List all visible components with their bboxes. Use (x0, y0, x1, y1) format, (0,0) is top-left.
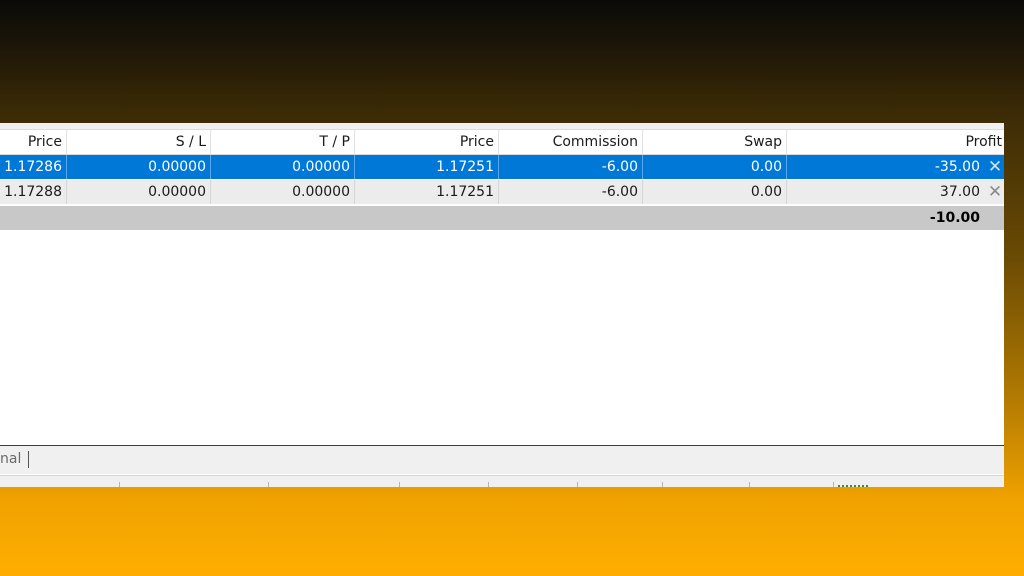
table-header: Price S / L T / P Price Commission Swap … (0, 130, 1004, 155)
cell-swap: 0.00 (643, 180, 787, 204)
status-divider (749, 482, 750, 487)
header-sl[interactable]: S / L (67, 130, 211, 154)
cell-tp: 0.00000 (211, 180, 355, 204)
header-swap[interactable]: Swap (643, 130, 787, 154)
cell-profit: 37.00 (939, 184, 980, 200)
cell-commission: -6.00 (499, 180, 643, 204)
header-price-current[interactable]: Price (355, 130, 499, 154)
status-divider (119, 482, 120, 487)
status-divider (662, 482, 663, 487)
status-divider (577, 482, 578, 487)
cell-commission: -6.00 (499, 155, 643, 179)
close-icon[interactable]: ✕ (986, 180, 1004, 204)
total-row: -10.00 (0, 206, 1004, 230)
cell-price-current: 1.17251 (355, 155, 499, 179)
cell-price-current: 1.17251 (355, 180, 499, 204)
header-tp[interactable]: T / P (211, 130, 355, 154)
cell-profit: -35.00 (934, 159, 980, 175)
header-profit[interactable]: Profit (787, 130, 1004, 154)
cell-swap: 0.00 (643, 155, 787, 179)
cell-sl: 0.00000 (67, 180, 211, 204)
trade-terminal-window: Price S / L T / P Price Commission Swap … (0, 123, 1004, 487)
terminal-tab-bar: nal (0, 445, 1004, 474)
cell-price-open: 1.17288 (0, 180, 67, 204)
status-divider (488, 482, 489, 487)
tab-separator (28, 451, 29, 468)
status-bar (0, 475, 1004, 487)
tab-journal-partial[interactable]: nal (0, 446, 21, 472)
table-row[interactable]: 1.17286 0.00000 0.00000 1.17251 -6.00 0.… (0, 155, 1004, 179)
status-divider (399, 482, 400, 487)
connection-signal-icon (838, 485, 870, 487)
status-divider (833, 482, 834, 487)
cell-tp: 0.00000 (211, 155, 355, 179)
window-top-border (0, 123, 1004, 130)
header-price-open[interactable]: Price (0, 130, 67, 154)
cell-sl: 0.00000 (67, 155, 211, 179)
status-divider (268, 482, 269, 487)
close-icon[interactable]: ✕ (986, 155, 1004, 179)
total-profit: -10.00 (929, 210, 980, 226)
cell-price-open: 1.17286 (0, 155, 67, 179)
table-row[interactable]: 1.17288 0.00000 0.00000 1.17251 -6.00 0.… (0, 180, 1004, 204)
header-commission[interactable]: Commission (499, 130, 643, 154)
